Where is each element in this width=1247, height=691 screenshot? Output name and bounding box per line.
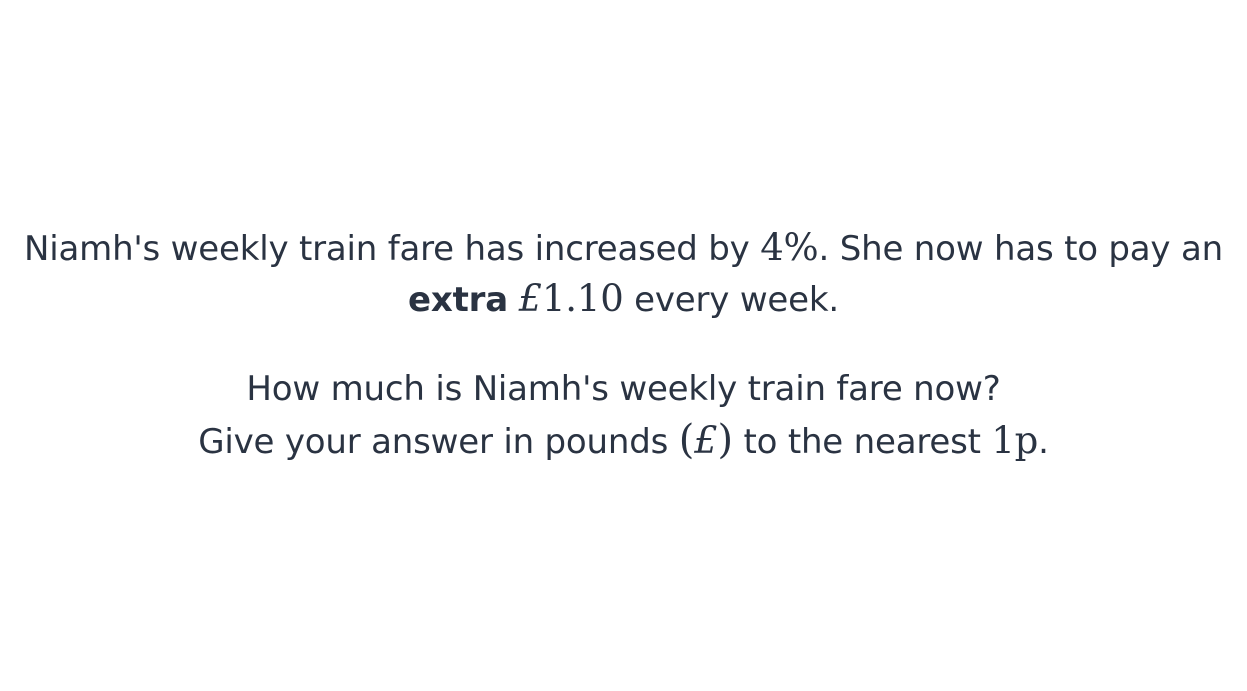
paren-close: ) <box>717 417 733 463</box>
question-text: . She now has to pay an <box>818 229 1224 269</box>
question-line-2: extra £1.10 every week. <box>0 280 1247 317</box>
instruction-text: Give your answer in pounds <box>198 422 679 462</box>
pound-symbol: £ <box>694 419 718 462</box>
paren-open: ( <box>678 417 695 463</box>
precision-value: 1p <box>991 419 1039 462</box>
instruction-text: to the nearest <box>732 422 992 462</box>
question-text: Niamh's weekly train fare has increased … <box>24 229 761 269</box>
question-line-1: Niamh's weekly train fare has increased … <box>0 229 1247 266</box>
pound-symbol: £ <box>518 277 543 320</box>
question-prompt: How much is Niamh's weekly train fare no… <box>246 369 1001 409</box>
percent-value: 4% <box>760 226 819 269</box>
question-card: Niamh's weekly train fare has increased … <box>0 0 1247 691</box>
extra-label: extra <box>408 280 508 320</box>
answer-instruction: Give your answer in pounds (£) to the ne… <box>0 420 1247 460</box>
instruction-text: . <box>1038 422 1049 462</box>
extra-amount: 1.10 <box>541 277 624 320</box>
question-text: every week. <box>623 280 839 320</box>
